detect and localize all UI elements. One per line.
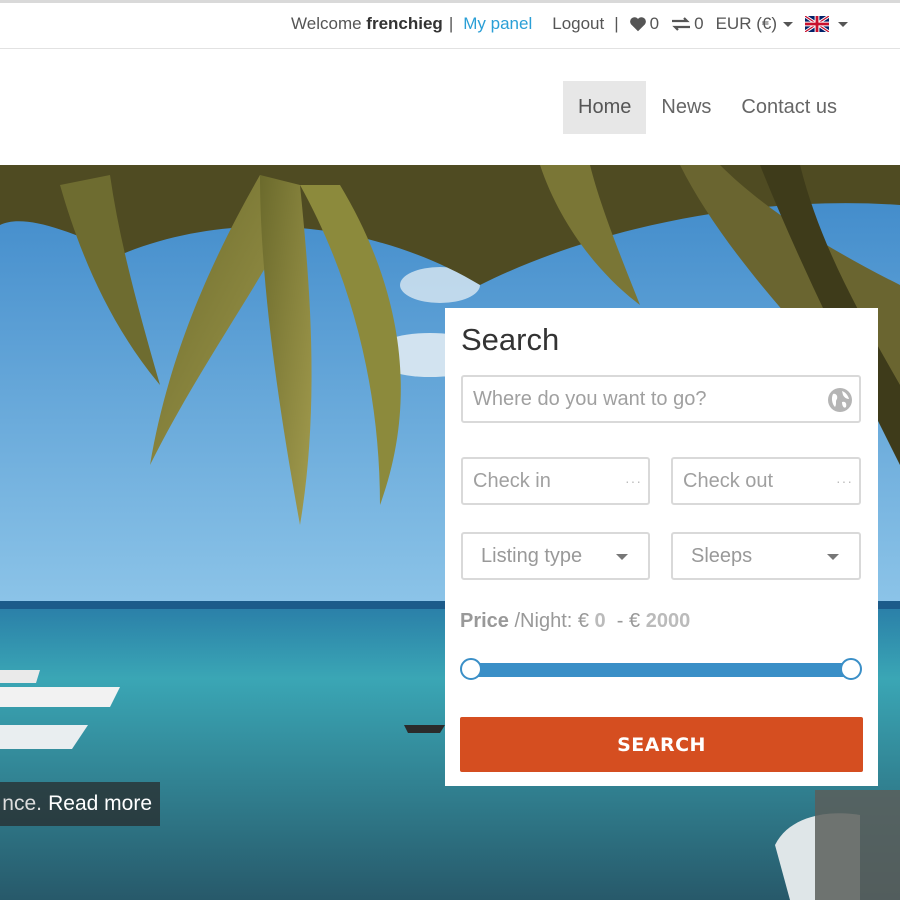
welcome-text: Welcome frenchieg: [291, 14, 443, 34]
chevron-down-icon: [838, 21, 848, 27]
calendar-dots-icon: ···: [836, 473, 853, 489]
price-min: 0: [594, 610, 606, 632]
sleeps-select[interactable]: Sleeps: [671, 532, 861, 580]
slider-max-handle[interactable]: [840, 658, 862, 680]
nav-contact-us[interactable]: Contact us: [726, 81, 852, 134]
price-label: Price: [460, 610, 509, 632]
check-out-input[interactable]: [673, 459, 859, 503]
separator-2: |: [614, 14, 619, 33]
chevron-down-icon: [783, 21, 793, 27]
destination-field: [461, 375, 861, 423]
price-range-label: Price /Night: € 0 - € 2000: [460, 610, 690, 633]
username: frenchieg: [366, 14, 443, 33]
price-slider[interactable]: [460, 658, 862, 682]
price-max: 2000: [645, 610, 691, 632]
caption-text: nce.: [2, 792, 42, 815]
search-button[interactable]: SEARCH: [460, 717, 863, 772]
top-border: [0, 0, 900, 3]
slider-min-handle[interactable]: [460, 658, 482, 680]
uk-flag-icon: [805, 16, 829, 32]
check-in-field: ···: [461, 457, 650, 505]
currency-label: EUR (€): [715, 14, 777, 33]
price-unit: /Night: €: [514, 610, 589, 632]
favorites-counter[interactable]: 0: [629, 14, 659, 34]
welcome-prefix: Welcome: [291, 14, 362, 33]
compare-count: 0: [694, 14, 704, 33]
check-out-field: ···: [671, 457, 861, 505]
chevron-down-icon: [827, 554, 839, 560]
main-navbar: Home News Contact us: [0, 49, 900, 165]
search-title: Search: [461, 322, 560, 357]
nav-home[interactable]: Home: [563, 81, 647, 134]
heart-icon: [629, 17, 646, 32]
listing-type-select[interactable]: Listing type: [461, 532, 650, 580]
sleeps-value: Sleeps: [691, 544, 753, 567]
slider-track: [471, 663, 851, 677]
nav-menu: Home News Contact us: [563, 81, 852, 134]
slide-caption: nce. Read more: [0, 782, 160, 826]
currency-dropdown[interactable]: EUR (€): [716, 14, 793, 34]
listing-type-value: Listing type: [481, 544, 583, 567]
language-dropdown[interactable]: [805, 16, 848, 32]
nav-news[interactable]: News: [646, 81, 726, 134]
search-panel: Search ··· ··· Listing type Sleeps Price…: [445, 308, 878, 786]
separator: |: [448, 14, 454, 33]
top-bar: Welcome frenchieg | My panel Logout | 0 …: [0, 0, 900, 49]
favorites-count: 0: [649, 14, 660, 33]
compare-counter[interactable]: 0: [671, 14, 704, 34]
check-in-input[interactable]: [463, 459, 648, 503]
destination-input[interactable]: [463, 377, 859, 421]
my-panel-link[interactable]: My panel: [463, 14, 532, 34]
globe-icon: [828, 388, 852, 412]
user-menu: Welcome frenchieg | My panel Logout | 0 …: [291, 14, 848, 34]
chevron-down-icon: [616, 554, 628, 560]
compare-arrows-icon: [672, 17, 691, 31]
price-dash: - €: [616, 610, 641, 632]
calendar-dots-icon: ···: [625, 473, 642, 489]
read-more-link[interactable]: Read more: [48, 782, 152, 826]
logout-link[interactable]: Logout: [552, 14, 604, 34]
